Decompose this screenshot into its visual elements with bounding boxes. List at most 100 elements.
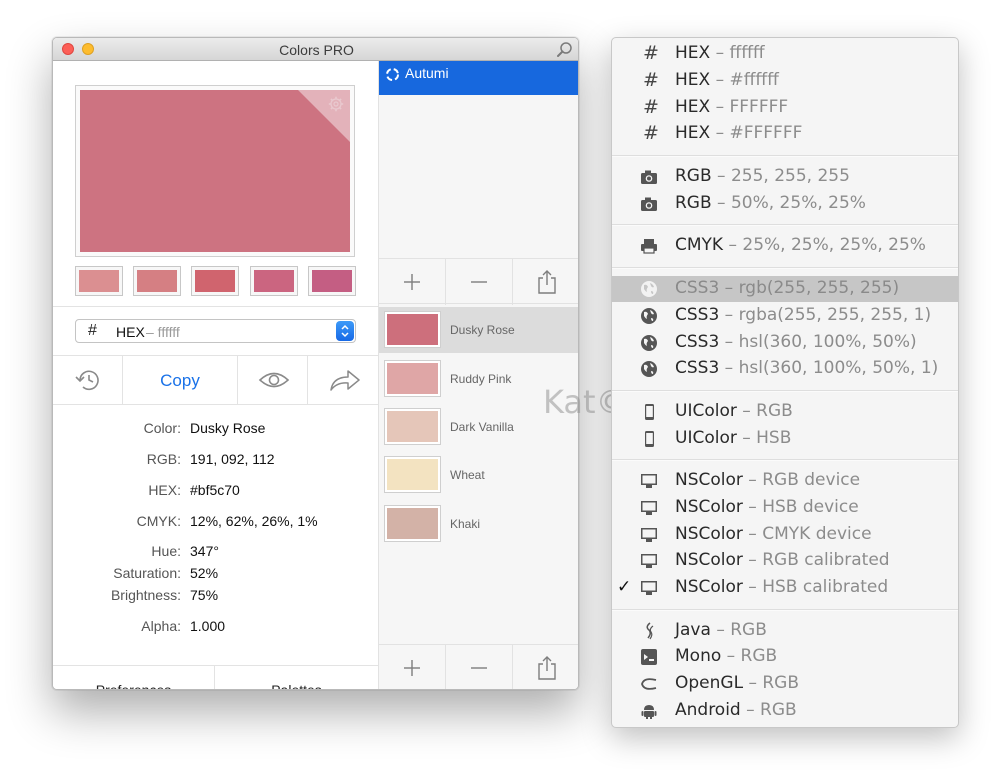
copy-label: Copy xyxy=(160,371,200,390)
menu-item-css3[interactable]: CSS3 – rgba(255, 255, 255, 1) xyxy=(612,303,958,329)
color-name: Dusky Rose xyxy=(450,323,515,337)
shade-swatch[interactable] xyxy=(250,266,298,296)
color-preview[interactable] xyxy=(75,85,355,257)
menu-separator xyxy=(612,224,958,226)
color-name: Khaki xyxy=(450,517,481,531)
color-chip xyxy=(384,311,441,348)
hash-icon: # xyxy=(88,322,97,339)
menu-item-mono[interactable]: Mono – RGB xyxy=(612,644,958,670)
menu-item-nscolor[interactable]: NSColor – RGB device xyxy=(612,468,958,494)
iphone-icon xyxy=(645,431,654,447)
info-row-hue: Hue: 347° xyxy=(53,543,378,563)
color-chip xyxy=(384,456,441,493)
palette-color-item[interactable]: Khaki xyxy=(379,501,578,547)
menu-separator xyxy=(612,267,958,269)
shade-swatch[interactable] xyxy=(75,266,123,296)
menu-item-java[interactable]: Java – RGB xyxy=(612,618,958,644)
shade-swatch[interactable] xyxy=(191,266,239,296)
mono-icon xyxy=(641,649,657,665)
info-row-brightness: Brightness: 75% xyxy=(53,587,378,607)
menu-separator xyxy=(612,390,958,392)
iphone-icon xyxy=(645,404,654,420)
menu-item-android[interactable]: Android – RGB xyxy=(612,698,958,724)
palette-spinner-icon xyxy=(386,68,399,81)
menu-item-nscolor-checked[interactable]: ✓ NSColor – HSB calibrated xyxy=(612,575,958,601)
info-value: 12%, 62%, 26%, 1% xyxy=(190,513,318,529)
menu-item-rgb[interactable]: RGB – 255, 255, 255 xyxy=(612,164,958,190)
color-chip xyxy=(384,505,441,542)
menu-separator xyxy=(612,155,958,157)
export-colors-button[interactable] xyxy=(513,645,578,689)
hash-icon: # xyxy=(643,69,659,91)
menu-item-nscolor[interactable]: NSColor – CMYK device xyxy=(612,522,958,548)
share-button[interactable] xyxy=(308,356,378,405)
shade-swatch[interactable] xyxy=(308,266,356,296)
color-preview-fill xyxy=(80,90,350,252)
history-icon xyxy=(75,370,99,391)
menu-item-opengl[interactable]: OpenGL – RGB xyxy=(612,671,958,697)
menu-item-css3[interactable]: CSS3 – hsl(360, 100%, 50%) xyxy=(612,330,958,356)
info-label: Alpha: xyxy=(141,618,181,634)
format-select[interactable]: # HEX – ffffff xyxy=(75,319,356,343)
color-name: Dark Vanilla xyxy=(450,420,514,434)
info-row-rgb: RGB: 191, 092, 112 xyxy=(53,451,378,471)
info-value: #bf5c70 xyxy=(190,482,240,498)
color-picker-button[interactable] xyxy=(238,356,308,405)
menu-item-rgb[interactable]: RGB – 50%, 25%, 25% xyxy=(612,191,958,217)
info-label: HEX: xyxy=(148,482,181,498)
menu-item-nscolor[interactable]: NSColor – RGB calibrated xyxy=(612,548,958,574)
info-label: RGB: xyxy=(146,451,181,467)
palette-list-item-selected[interactable]: Autumi xyxy=(379,61,578,95)
monitor-icon xyxy=(641,554,657,568)
shade-swatch[interactable] xyxy=(133,266,181,296)
export-palette-button[interactable] xyxy=(513,259,578,305)
color-chip xyxy=(384,360,441,397)
remove-color-button[interactable] xyxy=(446,645,513,689)
window-title: Colors PRO xyxy=(279,42,354,58)
menu-item-nscolor[interactable]: NSColor – HSB device xyxy=(612,495,958,521)
add-palette-button[interactable] xyxy=(379,259,446,305)
format-menu: # HEX – ffffff # HEX – #ffffff # HEX – F… xyxy=(611,37,959,728)
palette-color-item[interactable]: Dusky Rose xyxy=(379,307,578,353)
menu-item-uicolor[interactable]: UIColor – HSB xyxy=(612,426,958,452)
palette-name: Autumi xyxy=(405,65,449,81)
eye-icon xyxy=(258,372,290,388)
format-example: – ffffff xyxy=(146,324,180,340)
format-stepper[interactable] xyxy=(336,321,354,341)
menu-item-hex[interactable]: # HEX – FFFFFF xyxy=(612,95,958,121)
shade-swatches xyxy=(75,266,357,296)
format-name: HEX xyxy=(116,324,145,340)
share-icon xyxy=(538,270,556,294)
monitor-icon xyxy=(641,581,657,595)
menu-item-css3[interactable]: CSS3 – rgb(255, 255, 255) xyxy=(612,276,958,302)
add-color-button[interactable] xyxy=(379,645,446,689)
menu-item-hex[interactable]: # HEX – #FFFFFF xyxy=(612,121,958,147)
menu-item-hex[interactable]: # HEX – #ffffff xyxy=(612,68,958,94)
history-button[interactable] xyxy=(53,356,123,405)
info-value: 347° xyxy=(190,543,219,559)
minus-icon xyxy=(471,281,487,283)
palette-color-item[interactable]: Wheat xyxy=(379,452,578,498)
menu-item-cmyk[interactable]: CMYK – 25%, 25%, 25%, 25% xyxy=(612,233,958,259)
menu-item-hex[interactable]: # HEX – ffffff xyxy=(612,41,958,67)
palettes-button[interactable]: Palettes xyxy=(215,666,378,689)
globe-icon xyxy=(641,281,657,297)
remove-palette-button[interactable] xyxy=(446,259,513,305)
monitor-icon xyxy=(641,501,657,515)
preferences-button[interactable]: Preferences xyxy=(53,666,215,689)
info-label: CMYK: xyxy=(136,513,181,529)
menu-item-uicolor[interactable]: UIColor – RGB xyxy=(612,399,958,425)
monitor-icon xyxy=(641,528,657,542)
hash-icon: # xyxy=(643,96,659,118)
copy-button[interactable]: Copy xyxy=(123,356,238,405)
title-bar: Colors PRO xyxy=(53,38,578,61)
info-value: Dusky Rose xyxy=(190,420,266,436)
search-icon[interactable] xyxy=(556,41,574,59)
info-row-hex: HEX: #bf5c70 xyxy=(53,482,378,502)
gear-icon[interactable] xyxy=(328,96,344,112)
info-value: 191, 092, 112 xyxy=(190,451,275,467)
info-value: 1.000 xyxy=(190,618,226,634)
menu-item-css3[interactable]: CSS3 – hsl(360, 100%, 50%, 1) xyxy=(612,356,958,382)
color-details-pane: # HEX – ffffff Copy Color: Dusky Rose RG… xyxy=(53,61,378,689)
info-row-alpha: Alpha: 1.000 xyxy=(53,618,378,638)
